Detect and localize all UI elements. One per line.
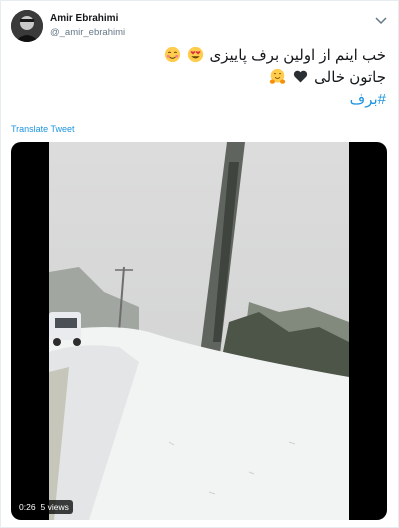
- tweet-card[interactable]: Amir Ebrahimi @_amir_ebrahimi خب اینم از…: [0, 0, 399, 528]
- translate-tweet-link[interactable]: Translate Tweet: [11, 124, 75, 134]
- video-player[interactable]: 0:26 5 views: [11, 142, 387, 520]
- author-handle[interactable]: @_amir_ebrahimi: [50, 27, 125, 38]
- heart-eyes-emoji: [188, 46, 204, 63]
- tweet-line1-text: خب اینم از اولین برف پاییزی: [209, 47, 387, 64]
- tweet-text-line-2: جاتون خالی: [46, 67, 386, 89]
- avatar[interactable]: [11, 10, 43, 42]
- black-heart-emoji: [293, 70, 308, 83]
- author-name[interactable]: Amir Ebrahimi: [50, 13, 118, 24]
- video-stats-badge: 0:26 5 views: [15, 500, 73, 514]
- hugging-face-emoji: [269, 68, 285, 84]
- chevron-down-icon[interactable]: [374, 13, 388, 25]
- video-time: 0:26: [19, 502, 36, 512]
- tweet-line2-text: جاتون خالی: [314, 69, 386, 86]
- video-frame: [49, 142, 349, 520]
- tweet-text-line-1: خب اینم از اولین برف پاییزی: [46, 45, 386, 67]
- tweet-text: خب اینم از اولین برف پاییزی جاتون خالی #…: [46, 45, 386, 111]
- smiling-face-emoji: [165, 46, 181, 63]
- video-views: 5 views: [40, 502, 69, 512]
- hashtag-link[interactable]: #برف: [46, 89, 386, 111]
